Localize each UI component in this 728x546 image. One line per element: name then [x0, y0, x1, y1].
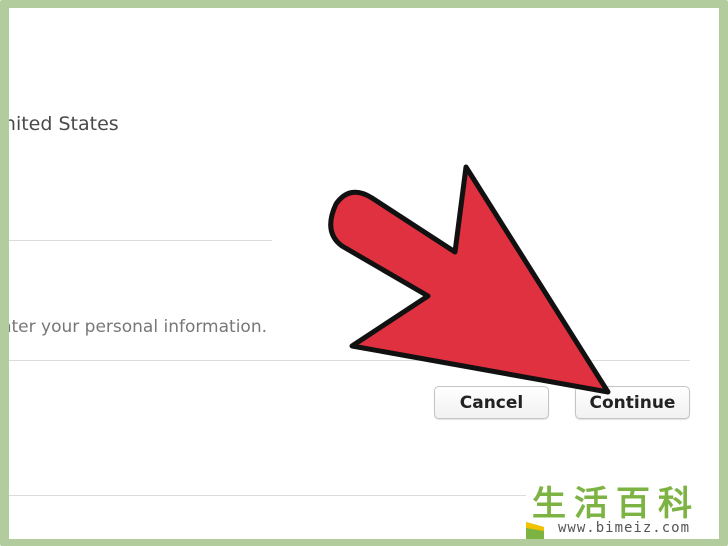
pointer-arrow-icon — [328, 164, 611, 395]
watermark-stripe-icon — [526, 522, 544, 539]
watermark-url: www.bimeiz.com — [558, 520, 691, 536]
watermark-brand-text: 生活百科 — [532, 484, 700, 524]
watermark: 生活百科 www.bimeiz.com — [526, 486, 719, 539]
